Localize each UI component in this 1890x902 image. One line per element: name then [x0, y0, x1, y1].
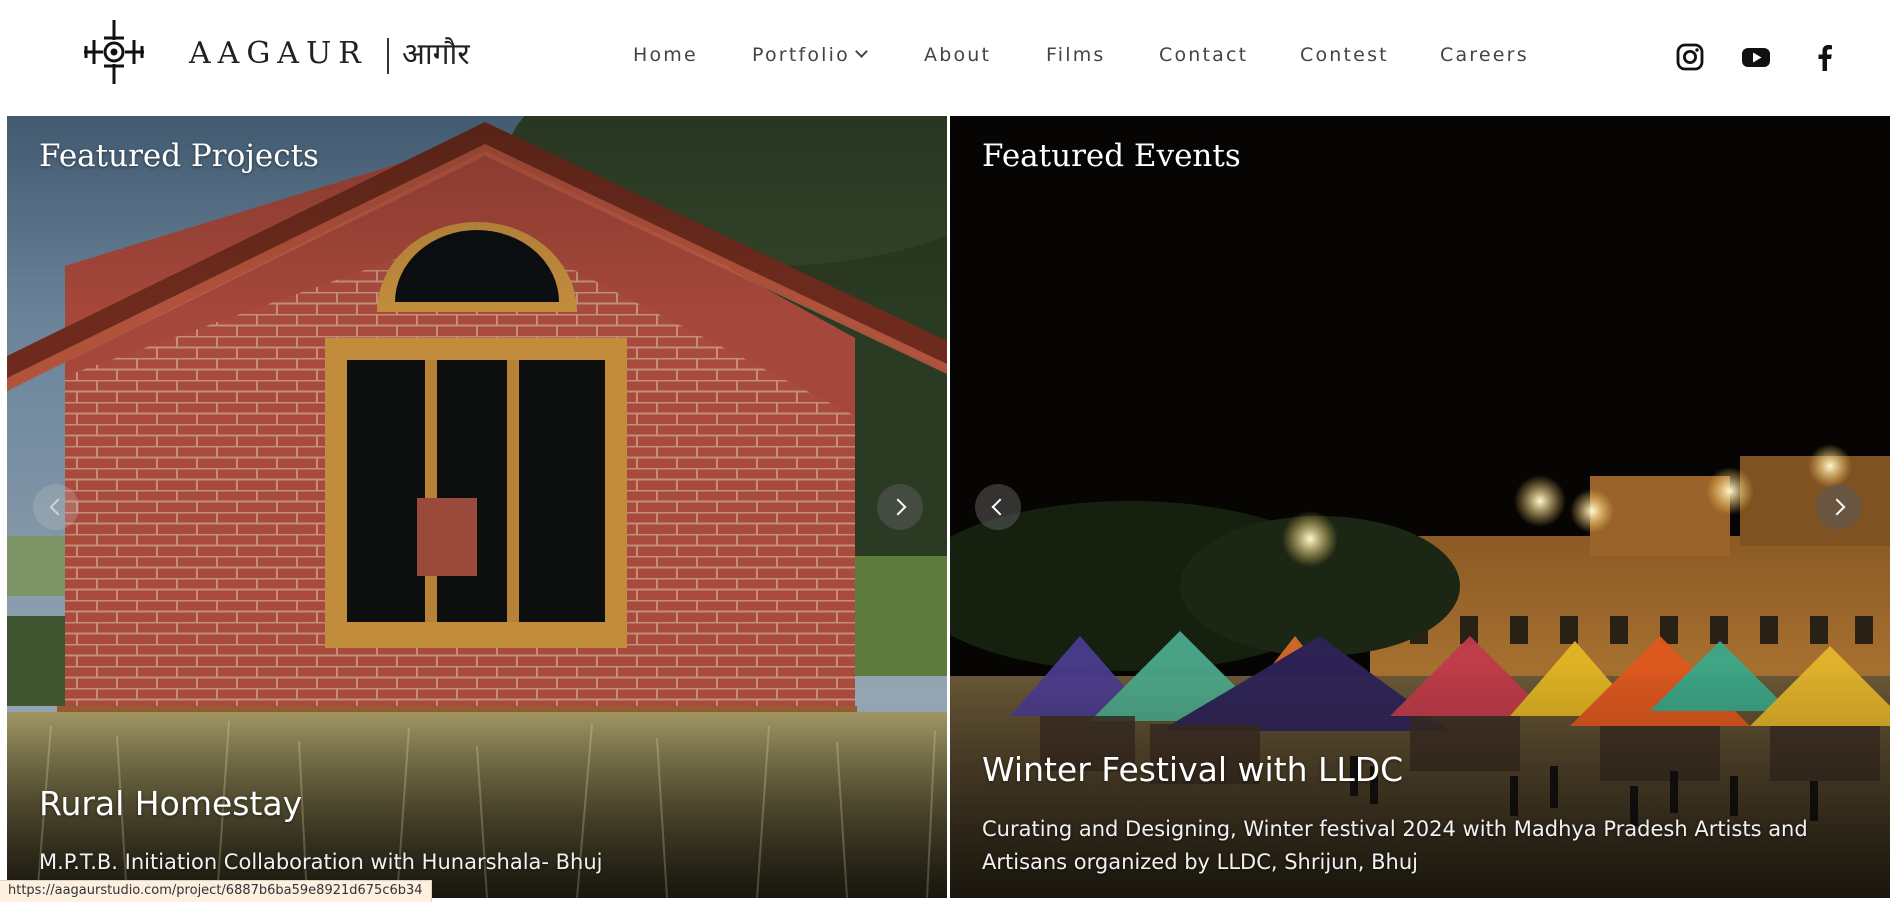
site-header: AAGAUR आगौर Home Portfolio About Films C… [0, 0, 1890, 116]
status-bar-url: https://aagaurstudio.com/project/6887b6b… [0, 880, 432, 902]
event-description: Curating and Designing, Winter festival … [982, 817, 1808, 874]
event-title[interactable]: Winter Festival with LLDC [982, 750, 1403, 789]
events-next-button[interactable] [1816, 484, 1862, 530]
logo-icon[interactable] [80, 18, 148, 86]
nav-portfolio-label: Portfolio [752, 44, 850, 66]
chevron-down-icon [855, 45, 868, 58]
nav-films[interactable]: Films [1046, 44, 1106, 66]
nav-home[interactable]: Home [633, 44, 698, 66]
rural-homestay-image[interactable] [7, 116, 947, 898]
featured-projects-panel[interactable]: Featured Projects Rural Homestay M.P.T.B… [7, 116, 947, 898]
brand-name[interactable]: AAGAUR [189, 36, 368, 71]
events-prev-button[interactable] [975, 484, 1021, 530]
nav-portfolio[interactable]: Portfolio [752, 44, 868, 66]
project-description: M.P.T.B. Initiation Collaboration with H… [39, 850, 603, 874]
youtube-icon[interactable] [1741, 42, 1771, 72]
nav-contact[interactable]: Contact [1159, 44, 1248, 66]
instagram-icon[interactable] [1675, 42, 1705, 72]
featured-events-heading: Featured Events [982, 138, 1241, 174]
brand-divider [387, 38, 389, 74]
nav-contest[interactable]: Contest [1300, 44, 1389, 66]
featured-events-panel[interactable]: Featured Events Winter Festival with LLD… [950, 116, 1890, 898]
project-title[interactable]: Rural Homestay [39, 784, 302, 823]
facebook-icon[interactable] [1810, 42, 1840, 72]
nav-careers[interactable]: Careers [1440, 44, 1529, 66]
nav-about[interactable]: About [924, 44, 991, 66]
featured-projects-heading: Featured Projects [39, 138, 319, 174]
brand-name-hindi[interactable]: आगौर [402, 32, 470, 73]
projects-next-button[interactable] [877, 484, 923, 530]
projects-prev-button[interactable] [33, 484, 79, 530]
